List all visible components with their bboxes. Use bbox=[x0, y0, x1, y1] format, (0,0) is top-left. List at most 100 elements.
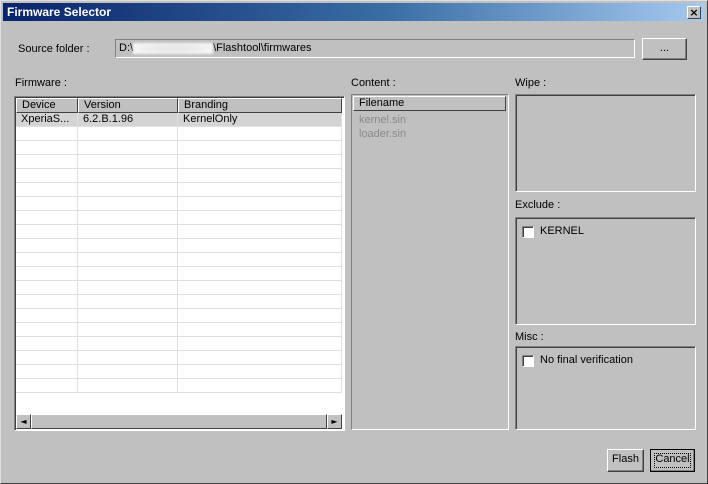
table-row[interactable] bbox=[16, 141, 342, 155]
source-folder-label: Source folder : bbox=[18, 43, 90, 55]
table-cell-device bbox=[16, 239, 78, 253]
firmware-table[interactable]: Device Version Branding XperiaS... 6.2.B.… bbox=[14, 96, 345, 431]
content-label: Content : bbox=[351, 77, 396, 89]
misc-label: Misc : bbox=[515, 331, 544, 343]
table-cell-device bbox=[16, 141, 78, 155]
wipe-label: Wipe : bbox=[515, 77, 547, 89]
table-cell-version bbox=[78, 337, 178, 351]
table-cell-device bbox=[16, 309, 78, 323]
content-item[interactable]: loader.sin bbox=[359, 128, 406, 140]
browse-button[interactable]: ... bbox=[642, 38, 687, 60]
source-folder-prefix: D:\ bbox=[119, 42, 134, 54]
table-row[interactable] bbox=[16, 365, 342, 379]
table-cell-version bbox=[78, 379, 178, 393]
no-final-verification-label[interactable]: No final verification bbox=[540, 354, 633, 366]
table-cell-branding bbox=[178, 155, 342, 169]
table-cell-branding bbox=[178, 295, 342, 309]
column-header-branding[interactable]: Branding bbox=[178, 98, 342, 113]
cancel-button[interactable]: Cancel bbox=[650, 449, 695, 472]
source-folder-suffix: \Flashtool\firmwares bbox=[213, 42, 312, 54]
exclude-label: Exclude : bbox=[515, 199, 561, 211]
table-row[interactable] bbox=[16, 351, 342, 365]
scroll-right-button[interactable]: ► bbox=[327, 414, 342, 429]
column-header-version[interactable]: Version bbox=[78, 98, 178, 113]
firmware-label: Firmware : bbox=[15, 77, 67, 89]
scroll-right-icon: ► bbox=[331, 417, 338, 426]
scroll-left-icon: ◄ bbox=[20, 417, 27, 426]
table-cell-version: 6.2.B.1.96 bbox=[78, 113, 178, 127]
table-cell-version bbox=[78, 267, 178, 281]
table-cell-branding bbox=[178, 337, 342, 351]
horizontal-scrollbar[interactable]: ◄ ► bbox=[16, 414, 342, 429]
table-cell-branding bbox=[178, 267, 342, 281]
table-row[interactable] bbox=[16, 169, 342, 183]
table-cell-device bbox=[16, 267, 78, 281]
table-cell-device bbox=[16, 197, 78, 211]
table-cell-branding bbox=[178, 239, 342, 253]
table-cell-device bbox=[16, 211, 78, 225]
table-cell-branding bbox=[178, 197, 342, 211]
table-row[interactable] bbox=[16, 239, 342, 253]
table-row[interactable] bbox=[16, 211, 342, 225]
table-row[interactable] bbox=[16, 225, 342, 239]
close-icon: × bbox=[689, 6, 699, 19]
table-cell-branding: KernelOnly bbox=[178, 113, 342, 127]
scroll-left-button[interactable]: ◄ bbox=[16, 414, 31, 429]
table-cell-version bbox=[78, 141, 178, 155]
exclude-group: KERNEL bbox=[515, 217, 696, 325]
content-header-filename[interactable]: Filename bbox=[353, 96, 506, 111]
table-cell-version bbox=[78, 309, 178, 323]
table-row[interactable] bbox=[16, 127, 342, 141]
content-item[interactable]: kernel.sin bbox=[359, 114, 406, 126]
table-cell-device bbox=[16, 351, 78, 365]
flash-button[interactable]: Flash bbox=[607, 449, 644, 472]
column-header-device[interactable]: Device bbox=[16, 98, 78, 113]
table-cell-device bbox=[16, 183, 78, 197]
redacted-path-segment bbox=[133, 42, 214, 54]
kernel-checkbox[interactable] bbox=[522, 226, 534, 238]
table-cell-branding bbox=[178, 351, 342, 365]
table-cell-device bbox=[16, 281, 78, 295]
table-cell-version bbox=[78, 183, 178, 197]
table-row[interactable] bbox=[16, 267, 342, 281]
source-folder-field[interactable]: D:\ \Flashtool\firmwares bbox=[115, 39, 635, 58]
kernel-checkbox-label[interactable]: KERNEL bbox=[540, 225, 584, 237]
table-cell-version bbox=[78, 197, 178, 211]
table-row[interactable] bbox=[16, 323, 342, 337]
scroll-thumb[interactable] bbox=[31, 414, 327, 429]
close-button[interactable]: × bbox=[687, 6, 701, 19]
table-cell-version bbox=[78, 323, 178, 337]
table-row[interactable] bbox=[16, 253, 342, 267]
table-cell-branding bbox=[178, 379, 342, 393]
table-cell-device bbox=[16, 155, 78, 169]
table-row[interactable] bbox=[16, 309, 342, 323]
table-row[interactable] bbox=[16, 197, 342, 211]
title-bar[interactable]: Firmware Selector × bbox=[3, 3, 705, 21]
table-cell-device bbox=[16, 365, 78, 379]
table-cell-branding bbox=[178, 309, 342, 323]
table-cell-device bbox=[16, 295, 78, 309]
table-cell-version bbox=[78, 365, 178, 379]
table-row[interactable]: XperiaS... 6.2.B.1.96 KernelOnly bbox=[16, 113, 342, 127]
table-row[interactable] bbox=[16, 295, 342, 309]
table-cell-version bbox=[78, 281, 178, 295]
table-cell-branding bbox=[178, 225, 342, 239]
firmware-rows: XperiaS... 6.2.B.1.96 KernelOnly bbox=[16, 113, 342, 393]
table-cell-device bbox=[16, 169, 78, 183]
table-cell-branding bbox=[178, 365, 342, 379]
table-row[interactable] bbox=[16, 379, 342, 393]
content-list[interactable]: Filename kernel.sin loader.sin bbox=[351, 94, 509, 430]
table-cell-branding bbox=[178, 141, 342, 155]
table-cell-branding bbox=[178, 323, 342, 337]
table-row[interactable] bbox=[16, 281, 342, 295]
table-row[interactable] bbox=[16, 155, 342, 169]
table-row[interactable] bbox=[16, 337, 342, 351]
table-cell-version bbox=[78, 211, 178, 225]
no-final-verification-checkbox[interactable] bbox=[522, 355, 534, 367]
firmware-selector-window: Firmware Selector × Source folder : D:\ \… bbox=[0, 0, 708, 484]
table-cell-device bbox=[16, 225, 78, 239]
table-cell-device bbox=[16, 337, 78, 351]
table-cell-version bbox=[78, 239, 178, 253]
table-row[interactable] bbox=[16, 183, 342, 197]
table-cell-branding bbox=[178, 211, 342, 225]
